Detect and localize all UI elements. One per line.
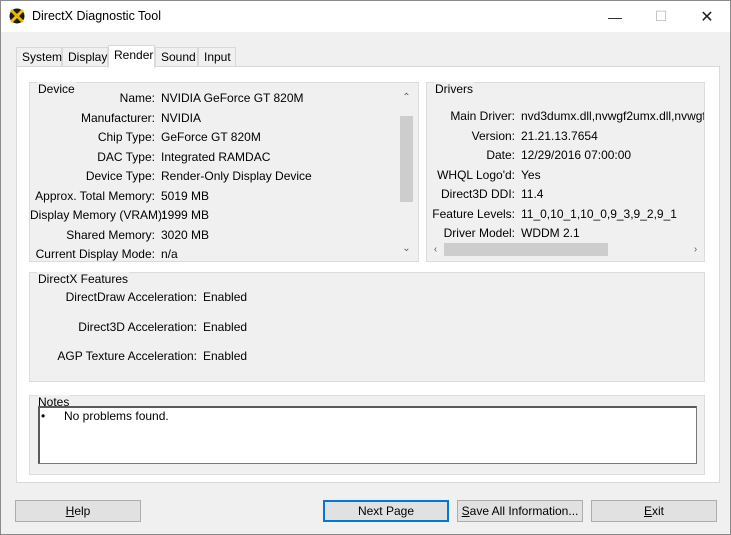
device-row-key: Current Display Mode: <box>35 247 155 261</box>
device-row: DAC Type: Integrated RAMDAC <box>30 149 396 165</box>
device-row: Current Display Mode: n/a <box>30 246 396 262</box>
maximize-button[interactable]: ☐ <box>638 1 684 32</box>
drivers-row-value: 11_0,10_1,10_0,9_3,9_2,9_1 <box>521 206 677 221</box>
device-row: Display Memory (VRAM): 1999 MB <box>30 207 396 223</box>
drivers-row-value: nvd3dumx.dll,nvwgf2umx.dll,nvwgf2u <box>521 109 704 123</box>
features-row-value: Enabled <box>203 290 248 304</box>
device-row-value: Integrated RAMDAC <box>161 149 271 164</box>
device-row-value: NVIDIA GeForce GT 820M <box>161 91 304 105</box>
scroll-right-icon[interactable]: › <box>687 241 704 258</box>
drivers-row: Version: 21.21.13.7654 <box>427 128 704 144</box>
device-row: Chip Type: GeForce GT 820M <box>30 129 396 145</box>
drivers-row: Main Driver: nvd3dumx.dll,nvwgf2umx.dll,n… <box>427 108 704 124</box>
drivers-row-key: Direct3D DDI: <box>440 187 515 201</box>
features-row-value: Enabled <box>203 349 248 363</box>
features-row-key: DirectDraw Acceleration: <box>65 290 197 304</box>
drivers-row-key: WHQL Logo'd: <box>437 167 515 182</box>
drivers-row-value: Yes <box>521 167 541 182</box>
driver-info-list: Main Driver: nvd3dumx.dll,nvwgf2umx.dll,n… <box>427 97 704 242</box>
features-row: AGP Texture Acceleration: Enabled <box>30 348 530 364</box>
device-row-value: NVIDIA <box>161 110 202 125</box>
drivers-row-key: Date: <box>486 148 515 162</box>
device-row-key: Manufacturer: <box>80 110 155 125</box>
drivers-row: Feature Levels: 11_0,10_1,10_0,9_3,9_2,9_… <box>427 206 704 222</box>
exit-button-label: xit <box>652 504 664 518</box>
window-title: DirectX Diagnostic Tool <box>32 9 161 23</box>
device-row-value: Render-Only Display Device <box>161 169 312 183</box>
features-row-key: Direct3D Acceleration: <box>78 319 197 334</box>
drivers-row: Driver Model: WDDM 2.1 <box>427 225 704 241</box>
tab-system[interactable]: System <box>16 47 62 67</box>
tab-input[interactable]: Input <box>198 47 236 67</box>
dxdiag-window: DirectX Diagnostic Tool — ☐ ✕ System Dis… <box>0 0 731 535</box>
exit-button-mnemonic: E <box>643 504 652 518</box>
drivers-row-value: 11.4 <box>521 187 544 201</box>
scroll-up-icon[interactable]: ⌃ <box>398 89 415 106</box>
notes-line: No problems found. <box>64 409 169 423</box>
drivers-group-label: Drivers <box>434 82 474 96</box>
device-row: Name: NVIDIA GeForce GT 820M <box>30 90 396 106</box>
device-row-key: Shared Memory: <box>66 227 155 242</box>
help-button[interactable]: Help <box>15 500 141 522</box>
device-row: Shared Memory: 3020 MB <box>30 227 396 243</box>
device-row: Manufacturer: NVIDIA <box>30 110 396 126</box>
drivers-row-value: 21.21.13.7654 <box>521 128 598 143</box>
help-button-label: elp <box>74 504 91 518</box>
device-row-value: n/a <box>161 247 178 261</box>
tab-sound[interactable]: Sound <box>155 47 198 67</box>
device-row-key: Display Memory (VRAM): <box>30 208 166 222</box>
features-row-key: AGP Texture Acceleration: <box>57 349 197 363</box>
save-button-mnemonic: S <box>461 504 470 518</box>
device-row-value: 3020 MB <box>161 227 210 242</box>
drivers-row-key: Feature Levels: <box>432 206 515 221</box>
scroll-left-icon[interactable]: ‹ <box>427 241 444 258</box>
features-group-label: DirectX Features <box>37 272 130 286</box>
directx-app-icon <box>9 8 25 24</box>
next-page-button[interactable]: Next Page <box>323 500 449 522</box>
drivers-scroll-thumb[interactable] <box>444 243 608 256</box>
device-row-value: 1999 MB <box>161 208 210 222</box>
drivers-row: Direct3D DDI: 11.4 <box>427 186 704 202</box>
features-row: DirectDraw Acceleration: Enabled <box>30 289 530 305</box>
features-row-value: Enabled <box>203 319 248 334</box>
tab-display[interactable]: Display <box>62 47 108 67</box>
device-row-key: Device Type: <box>85 169 155 183</box>
save-all-information-button[interactable]: Save All Information... <box>457 500 583 522</box>
tab-render[interactable]: Render <box>108 45 155 68</box>
device-row-value: GeForce GT 820M <box>161 130 261 144</box>
device-row-key: Approx. Total Memory: <box>35 188 155 203</box>
drivers-row: WHQL Logo'd: Yes <box>427 167 704 183</box>
title-bar[interactable]: DirectX Diagnostic Tool — ☐ ✕ <box>1 1 730 32</box>
device-row-key: DAC Type: <box>97 149 155 164</box>
drivers-row-key: Driver Model: <box>443 226 515 240</box>
drivers-row-key: Version: <box>471 128 515 143</box>
notes-bullet: • <box>41 409 46 423</box>
drivers-row: Date: 12/29/2016 07:00:00 <box>427 147 704 163</box>
device-row: Approx. Total Memory: 5019 MB <box>30 188 396 204</box>
notes-text-area[interactable]: • No problems found. <box>38 406 697 464</box>
device-row-key: Chip Type: <box>97 130 155 144</box>
scroll-down-icon[interactable]: ⌄ <box>398 240 415 257</box>
drivers-row-key: Main Driver: <box>450 109 515 123</box>
device-row-value: 5019 MB <box>161 188 210 203</box>
device-row: Device Type: Render-Only Display Device <box>30 168 396 184</box>
device-scrollbar[interactable]: ⌃ ⌄ <box>398 89 415 257</box>
save-button-label: ave All Information... <box>469 504 579 518</box>
close-button[interactable]: ✕ <box>684 1 730 32</box>
drivers-row-value: WDDM 2.1 <box>521 226 580 240</box>
device-row-key: Name: <box>119 91 155 105</box>
device-scroll-thumb[interactable] <box>400 116 413 202</box>
exit-button[interactable]: Exit <box>591 500 717 522</box>
drivers-row-value: 12/29/2016 07:00:00 <box>521 148 632 162</box>
features-row: Direct3D Acceleration: Enabled <box>30 319 530 335</box>
drivers-hscrollbar[interactable]: ‹ › <box>427 241 704 258</box>
minimize-button[interactable]: — <box>592 1 638 32</box>
